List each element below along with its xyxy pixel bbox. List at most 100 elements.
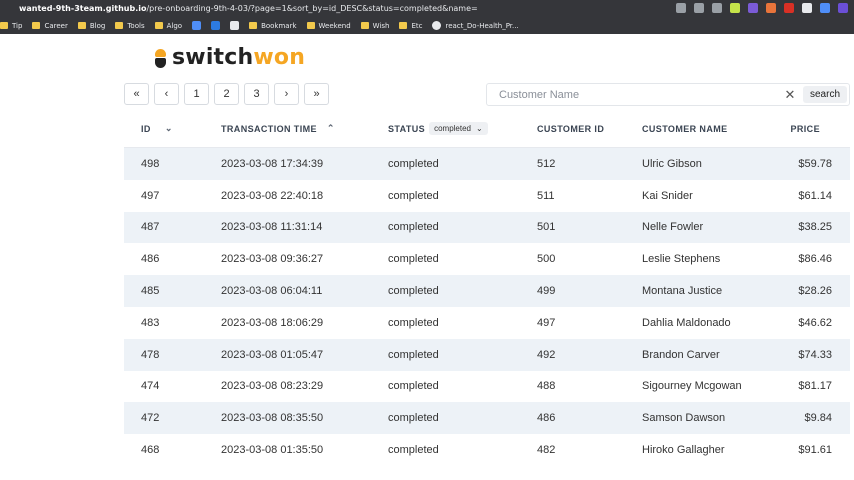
logo-mark-icon bbox=[153, 47, 168, 69]
bookmark-site-icon[interactable] bbox=[211, 21, 221, 30]
browser-address-bar[interactable]: wanted-9th-3team.github.io/pre-onboardin… bbox=[0, 0, 854, 17]
bookmark-label: Wish bbox=[372, 21, 390, 30]
table-row: 474 2023-03-08 08:23:29 completed 488 Sigour… bbox=[124, 371, 850, 403]
price-cell: $81.17 bbox=[798, 380, 832, 393]
price-cell: $61.14 bbox=[798, 189, 832, 202]
bookmark-label: Weekend bbox=[318, 21, 351, 30]
price-cell: $86.46 bbox=[798, 253, 832, 266]
folder-icon bbox=[77, 22, 86, 29]
url-text[interactable]: wanted-9th-3team.github.io/pre-onboardin… bbox=[0, 4, 478, 13]
id-cell: 468 bbox=[141, 444, 160, 457]
column-header-label: TRANSACTION TIME bbox=[221, 123, 317, 134]
bookmark-react-do-health[interactable]: react_Do-Health_Pr... bbox=[432, 21, 519, 30]
customer-name-cell: Kai Snider bbox=[642, 189, 693, 202]
sort-desc-icon[interactable]: ⌄ bbox=[165, 123, 173, 134]
extension-icon[interactable] bbox=[784, 3, 794, 13]
extension-icon[interactable] bbox=[730, 3, 740, 13]
first-page-button[interactable]: « bbox=[124, 83, 149, 105]
customer-id-cell: 501 bbox=[537, 221, 556, 234]
price-cell: $59.78 bbox=[798, 157, 832, 170]
status-cell: completed bbox=[388, 253, 439, 266]
table-row: 478 2023-03-08 01:05:47 completed 492 Brando… bbox=[124, 338, 850, 371]
search-button[interactable]: search bbox=[802, 86, 847, 103]
folder-icon bbox=[32, 22, 41, 29]
bookmark-tools[interactable]: Tools bbox=[115, 22, 145, 30]
customer-id-cell: 500 bbox=[537, 253, 556, 266]
folder-icon bbox=[115, 22, 124, 29]
prev-page-button[interactable]: ‹ bbox=[154, 83, 179, 105]
next-page-button[interactable]: › bbox=[274, 83, 299, 105]
status-cell: completed bbox=[388, 285, 439, 298]
folder-icon bbox=[399, 22, 408, 29]
price-cell: $46.62 bbox=[798, 316, 832, 329]
last-page-button[interactable]: » bbox=[304, 83, 329, 105]
id-cell: 485 bbox=[141, 285, 160, 298]
customer-name-cell: Sigourney Mcgowan bbox=[642, 380, 742, 393]
logo-text-switch: switch bbox=[172, 45, 254, 70]
status-cell: completed bbox=[388, 221, 439, 234]
bookmark-career[interactable]: Career bbox=[32, 22, 68, 30]
price-cell: $91.61 bbox=[798, 444, 832, 457]
status-cell: completed bbox=[388, 348, 439, 361]
id-cell: 483 bbox=[141, 316, 160, 329]
extension-icon[interactable] bbox=[766, 3, 776, 13]
bookmark-etc[interactable]: Etc bbox=[399, 22, 422, 30]
id-cell: 487 bbox=[141, 221, 160, 234]
sort-asc-icon[interactable]: ⌃ bbox=[327, 123, 335, 134]
bookmark-site-icon[interactable] bbox=[192, 21, 202, 30]
clear-search-icon[interactable]: ✕ bbox=[783, 87, 797, 103]
bookmark-tip[interactable]: Tip bbox=[0, 22, 22, 30]
share-icon[interactable] bbox=[694, 3, 704, 13]
table-row: 487 2023-03-08 11:31:14 completed 501 Nelle … bbox=[124, 211, 850, 244]
bookmark-bookmark[interactable]: Bookmark bbox=[249, 22, 297, 30]
transaction-time-cell: 2023-03-08 01:05:47 bbox=[221, 348, 324, 361]
status-cell: completed bbox=[388, 412, 439, 425]
customer-name-cell: Ulric Gibson bbox=[642, 157, 702, 170]
customer-name-cell: Nelle Fowler bbox=[642, 221, 704, 234]
extension-icon[interactable] bbox=[748, 3, 758, 13]
table-row: 472 2023-03-08 08:35:50 completed 486 Samson… bbox=[124, 402, 850, 435]
column-header-price: PRICE bbox=[790, 123, 820, 134]
id-cell: 486 bbox=[141, 253, 160, 266]
customer-name-search-input[interactable] bbox=[487, 84, 783, 105]
transaction-time-cell: 2023-03-08 17:34:39 bbox=[221, 157, 324, 170]
column-header-customer-id: CUSTOMER ID bbox=[537, 123, 605, 134]
bookmark-star-icon[interactable] bbox=[712, 3, 722, 13]
transaction-time-cell: 2023-03-08 08:35:50 bbox=[221, 412, 324, 425]
status-filter-select[interactable]: completed ⌄ bbox=[429, 122, 488, 135]
page-2-button[interactable]: 2 bbox=[214, 83, 239, 105]
customer-name-cell: Leslie Stephens bbox=[642, 253, 721, 266]
id-cell: 478 bbox=[141, 348, 160, 361]
bookmark-wish[interactable]: Wish bbox=[360, 21, 390, 30]
customer-id-cell: 482 bbox=[537, 444, 556, 457]
page-1-button[interactable]: 1 bbox=[184, 83, 209, 105]
price-cell: $9.84 bbox=[804, 412, 832, 425]
id-cell: 497 bbox=[141, 189, 160, 202]
extension-icon[interactable] bbox=[820, 3, 830, 13]
table-body: 498 2023-03-08 17:34:39 completed 512 Ulric … bbox=[124, 148, 850, 466]
bookmark-algo[interactable]: Algo bbox=[154, 22, 182, 30]
logo-text-won: won bbox=[253, 45, 306, 70]
bookmark-label: Etc bbox=[411, 21, 423, 30]
bookmark-weekend[interactable]: Weekend bbox=[306, 21, 351, 30]
bookmarks-bar: Tip Career Blog Tools Algo Bookmark Week… bbox=[0, 17, 854, 34]
customer-name-cell: Hiroko Gallagher bbox=[642, 444, 725, 457]
url-path: /pre-onboarding-9th-4-03/?page=1&sort_by… bbox=[146, 4, 478, 13]
status-cell: completed bbox=[388, 380, 439, 393]
column-header-id[interactable]: ID ⌄ bbox=[141, 123, 173, 134]
install-app-icon[interactable] bbox=[676, 3, 686, 13]
table-row: 497 2023-03-08 22:40:18 completed 511 Kai Sn… bbox=[124, 180, 850, 212]
status-cell: completed bbox=[388, 316, 439, 329]
switchwon-logo: switchwon bbox=[153, 45, 305, 70]
extension-icon[interactable] bbox=[802, 3, 812, 13]
bookmark-blog[interactable]: Blog bbox=[77, 22, 105, 30]
bookmark-site-icon[interactable] bbox=[230, 21, 240, 30]
transaction-time-cell: 2023-03-08 08:23:29 bbox=[221, 380, 324, 393]
transactions-table: ID ⌄ TRANSACTION TIME ⌃ STATUS completed ⌄ C… bbox=[124, 110, 850, 466]
customer-name-cell: Dahlia Maldonado bbox=[642, 316, 731, 329]
page-3-button[interactable]: 3 bbox=[244, 83, 269, 105]
extension-icon[interactable] bbox=[838, 3, 848, 13]
table-row: 486 2023-03-08 09:36:27 completed 500 Leslie… bbox=[124, 243, 850, 275]
folder-icon bbox=[249, 22, 258, 29]
column-header-transaction-time[interactable]: TRANSACTION TIME ⌃ bbox=[221, 123, 335, 134]
